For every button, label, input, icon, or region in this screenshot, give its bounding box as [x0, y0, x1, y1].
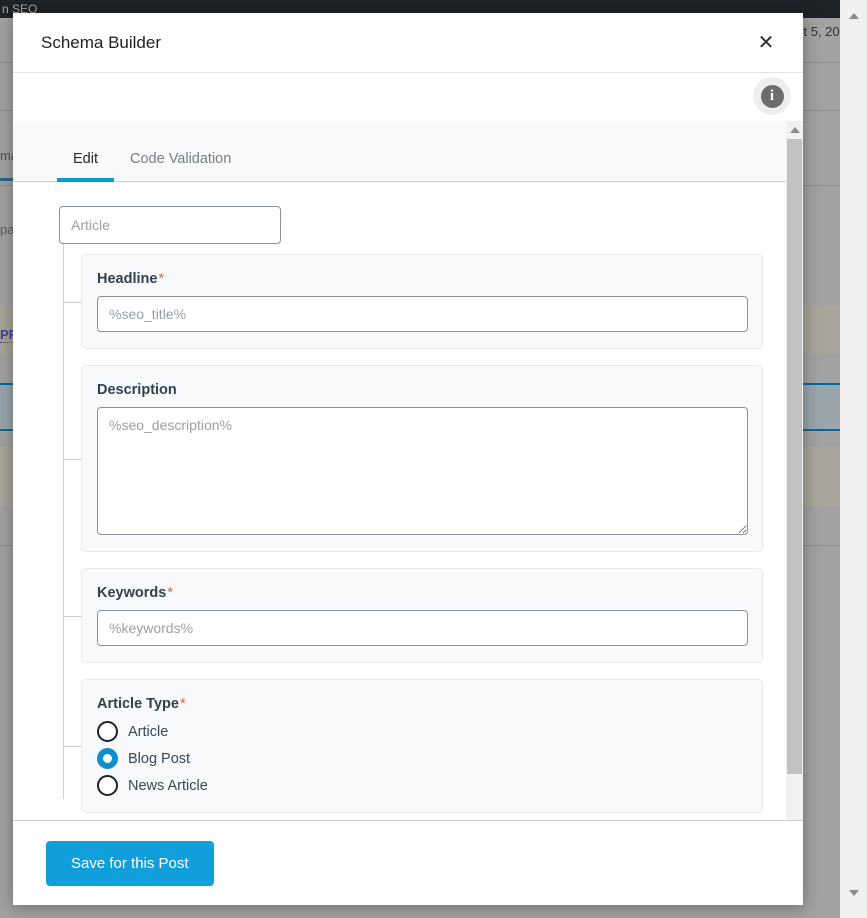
description-textarea[interactable]: [97, 407, 748, 535]
modal-tabs: Edit Code Validation: [13, 121, 803, 182]
headline-input[interactable]: [97, 296, 748, 332]
info-icon-glyph: i: [761, 85, 784, 108]
field-label-headline-text: Headline: [97, 271, 157, 287]
save-for-this-post-button[interactable]: Save for this Post: [46, 841, 214, 886]
modal-scrollbar[interactable]: [786, 121, 803, 820]
field-group-description: Description: [81, 365, 763, 552]
field-label-keywords-text: Keywords: [97, 585, 166, 601]
radio-icon-news-article[interactable]: [97, 775, 118, 796]
modal-scroll-up-icon[interactable]: [786, 123, 803, 137]
schema-form: Headline* Description Keyw: [13, 206, 803, 813]
modal-title: Schema Builder: [41, 33, 751, 53]
required-asterisk: *: [180, 696, 186, 712]
radio-option-news-article[interactable]: News Article: [97, 775, 748, 796]
triangle-up-icon: [849, 13, 859, 19]
field-label-keywords: Keywords*: [97, 585, 748, 601]
radio-label-blog-post: Blog Post: [128, 751, 190, 767]
field-label-description: Description: [97, 382, 748, 398]
triangle-down-icon: [849, 890, 859, 896]
field-label-headline: Headline*: [97, 271, 748, 287]
info-icon[interactable]: i: [753, 77, 791, 115]
radio-option-blog-post[interactable]: Blog Post: [97, 748, 748, 769]
tab-code-validation[interactable]: Code Validation: [114, 151, 247, 181]
keywords-input[interactable]: [97, 610, 748, 646]
browser-scroll-up-icon[interactable]: [840, 7, 867, 25]
browser-scrollbar[interactable]: [840, 0, 867, 918]
schema-builder-modal: Schema Builder ✕ i Edit Code Validation …: [13, 13, 803, 905]
modal-body: i Edit Code Validation Headline*: [13, 73, 803, 820]
close-icon[interactable]: ✕: [751, 28, 781, 58]
info-strip: i: [13, 73, 803, 121]
field-group-article-type: Article Type* Article Blog Post: [81, 679, 763, 813]
field-label-article-type: Article Type*: [97, 696, 748, 712]
field-label-description-text: Description: [97, 382, 177, 398]
modal-scrollbar-thumb[interactable]: [787, 139, 802, 774]
radio-icon-blog-post-selected[interactable]: [97, 748, 118, 769]
field-group-keywords: Keywords*: [81, 568, 763, 663]
field-group-headline: Headline*: [81, 254, 763, 349]
tab-edit[interactable]: Edit: [57, 151, 114, 181]
browser-scroll-down-icon[interactable]: [840, 884, 867, 902]
radio-label-news-article: News Article: [128, 778, 208, 794]
root-node-input[interactable]: [59, 206, 281, 244]
modal-footer: Save for this Post: [13, 820, 803, 905]
radio-icon-article[interactable]: [97, 721, 118, 742]
modal-header: Schema Builder ✕: [13, 13, 803, 73]
triangle-up-icon: [790, 127, 800, 133]
required-asterisk: *: [167, 585, 173, 601]
radio-option-article[interactable]: Article: [97, 721, 748, 742]
schema-form-scroll-area: Headline* Description Keyw: [13, 182, 803, 820]
radio-label-article: Article: [128, 724, 168, 740]
required-asterisk: *: [158, 271, 164, 287]
schema-field-tree: Headline* Description Keyw: [59, 254, 763, 813]
field-label-article-type-text: Article Type: [97, 696, 179, 712]
